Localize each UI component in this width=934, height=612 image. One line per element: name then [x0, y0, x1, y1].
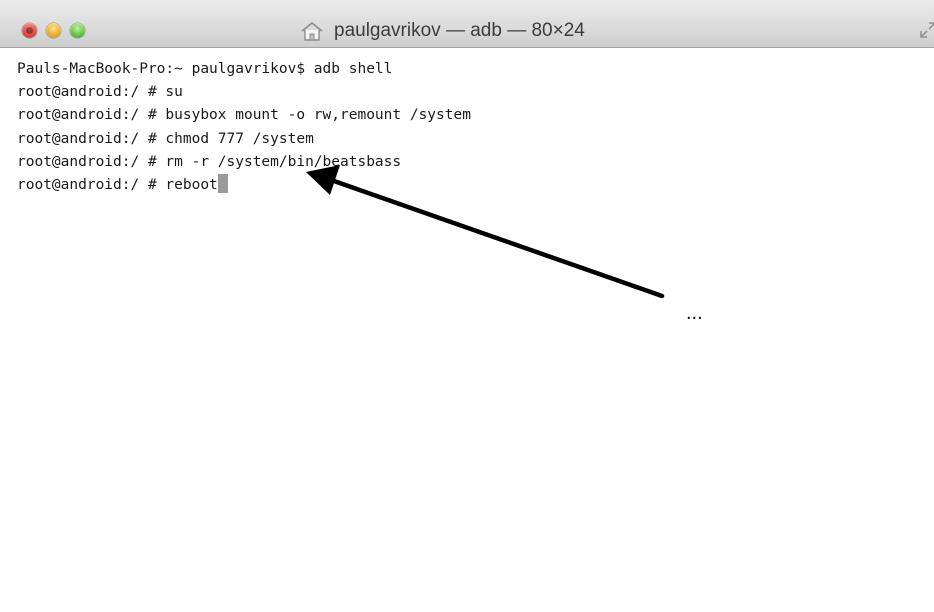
home-icon: [301, 22, 323, 41]
annotation-text: ...: [686, 302, 703, 324]
window-title-area: paulgavrikov — adb — 80×24: [300, 18, 585, 44]
terminal-prompt-line: root@android:/ # reboot: [17, 173, 934, 197]
fullscreen-icon[interactable]: [920, 22, 934, 38]
terminal-line-text: root@android:/ # reboot: [17, 176, 218, 193]
window-title: paulgavrikov — adb — 80×24: [334, 20, 585, 41]
terminal-window: paulgavrikov — adb — 80×24 Pauls-MacBook…: [0, 0, 934, 612]
text-cursor: [217, 173, 228, 193]
terminal-line: root@android:/ # su: [17, 84, 183, 101]
terminal-line: root@android:/ # busybox mount -o rw,rem…: [17, 107, 471, 124]
terminal-line: root@android:/ # chmod 777 /system: [17, 130, 314, 147]
terminal-line: Pauls-MacBook-Pro:~ paulgavrikov$ adb sh…: [17, 61, 393, 77]
title-bar[interactable]: paulgavrikov — adb — 80×24: [0, 0, 934, 48]
terminal-output[interactable]: Pauls-MacBook-Pro:~ paulgavrikov$ adb sh…: [0, 48, 934, 612]
zoom-button[interactable]: [70, 23, 85, 38]
terminal-line: root@android:/ # rm -r /system/bin/beats…: [17, 153, 402, 170]
minimize-button[interactable]: [46, 23, 61, 38]
close-button[interactable]: [22, 23, 37, 38]
close-dot-icon: [26, 27, 33, 34]
